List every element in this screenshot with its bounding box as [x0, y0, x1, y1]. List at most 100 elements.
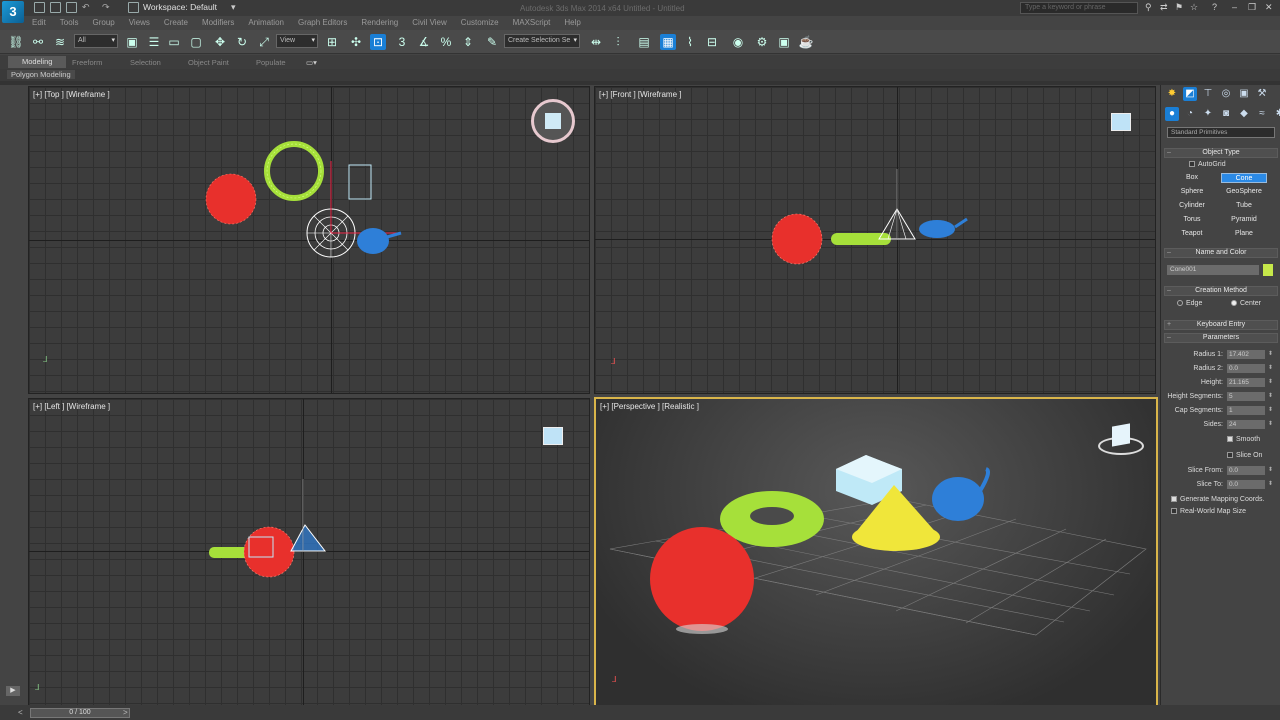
- align-icon[interactable]: ⫶: [610, 34, 626, 50]
- tab-selection[interactable]: Selection: [130, 58, 161, 67]
- viewport-front[interactable]: [+] [Front ] [Wireframe ] ⅃: [594, 86, 1156, 394]
- reference-coord-dropdown[interactable]: View: [276, 34, 318, 48]
- utilities-tab-icon[interactable]: ⚒: [1255, 87, 1269, 101]
- subscription-icon[interactable]: ⚑: [1175, 2, 1183, 13]
- select-manipulate-icon[interactable]: ✣: [348, 34, 364, 50]
- tab-polygon-modeling[interactable]: Polygon Modeling: [7, 70, 75, 79]
- teapot-button[interactable]: Teapot: [1169, 229, 1215, 239]
- menu-item-civil-view[interactable]: Civil View: [412, 18, 447, 27]
- project-folder-icon[interactable]: [128, 2, 139, 13]
- curve-editor-icon[interactable]: ⌇: [682, 34, 698, 50]
- rollout-object-type[interactable]: – Object Type: [1164, 148, 1278, 158]
- systems-icon[interactable]: ✱: [1273, 107, 1280, 121]
- create-tab-icon[interactable]: ✸: [1165, 87, 1179, 101]
- pivot-center-icon[interactable]: ⊞: [324, 34, 340, 50]
- menu-item-modifiers[interactable]: Modifiers: [202, 18, 234, 27]
- menu-item-help[interactable]: Help: [564, 18, 580, 27]
- keyboard-shortcut-override-icon[interactable]: ⊡: [370, 34, 386, 50]
- rollout-creation-method[interactable]: – Creation Method: [1164, 286, 1278, 296]
- layer-manager-icon[interactable]: ▤: [636, 34, 652, 50]
- lights-icon[interactable]: ✦: [1201, 107, 1215, 121]
- material-editor-icon[interactable]: ◉: [730, 34, 746, 50]
- workspace-chevron-icon[interactable]: ▾: [231, 2, 236, 13]
- object-name-input[interactable]: Cone001: [1167, 265, 1259, 275]
- viewcube-left[interactable]: [543, 427, 563, 445]
- cylinder-button[interactable]: Cylinder: [1169, 201, 1215, 211]
- radius1-field[interactable]: Radius 1: 17.402 ⬍: [1167, 350, 1275, 361]
- select-by-name-icon[interactable]: ☰: [146, 34, 162, 50]
- render-teapot-icon[interactable]: ☕: [798, 34, 814, 50]
- save-file-icon[interactable]: [66, 2, 77, 13]
- schematic-view-icon[interactable]: ⊟: [704, 34, 720, 50]
- cameras-icon[interactable]: ◙: [1219, 107, 1233, 121]
- viewcube-front[interactable]: [1111, 113, 1131, 131]
- autogrid-checkbox[interactable]: AutoGrid: [1189, 161, 1226, 168]
- undo-icon[interactable]: ↶: [82, 2, 93, 13]
- graphite-toggle-icon[interactable]: ▦: [660, 34, 676, 50]
- viewcube-top[interactable]: [531, 99, 575, 143]
- exchange-icon[interactable]: ⇄: [1160, 2, 1168, 13]
- plane-button[interactable]: Plane: [1221, 229, 1267, 239]
- new-scene-icon[interactable]: [34, 2, 45, 13]
- unlink-icon[interactable]: ⚯: [30, 34, 46, 50]
- close-button[interactable]: ✕: [1265, 2, 1273, 13]
- tab-object-paint[interactable]: Object Paint: [188, 58, 229, 67]
- ribbon-options-icon[interactable]: ▭▾: [306, 58, 317, 67]
- maxscript-listener-icon[interactable]: ▶: [6, 686, 20, 696]
- hierarchy-tab-icon[interactable]: ⊤: [1201, 87, 1215, 101]
- motion-tab-icon[interactable]: ◎: [1219, 87, 1233, 101]
- category-dropdown[interactable]: Standard Primitives: [1167, 127, 1275, 138]
- link-icon[interactable]: ⛓: [8, 34, 24, 50]
- menu-item-maxscript[interactable]: MAXScript: [513, 18, 551, 27]
- menu-item-views[interactable]: Views: [129, 18, 150, 27]
- cap-segments-field[interactable]: Cap Segments: 1 ⬍: [1167, 406, 1275, 417]
- viewcube-perspective[interactable]: [1098, 423, 1144, 455]
- tab-populate[interactable]: Populate: [256, 58, 286, 67]
- tube-button[interactable]: Tube: [1221, 201, 1267, 211]
- help-icon[interactable]: ?: [1212, 2, 1217, 12]
- bind-space-warp-icon[interactable]: ≋: [52, 34, 68, 50]
- rollout-keyboard-entry[interactable]: + Keyboard Entry: [1164, 320, 1278, 330]
- rect-selection-icon[interactable]: ▭: [166, 34, 182, 50]
- rollout-name-and-color[interactable]: – Name and Color: [1164, 248, 1278, 258]
- percent-snap-icon[interactable]: %: [438, 34, 454, 50]
- menu-item-tools[interactable]: Tools: [60, 18, 79, 27]
- snaps-toggle-icon[interactable]: 3: [394, 34, 410, 50]
- viewport-perspective[interactable]: [+] [Perspective ] [Realistic ] ⅃: [594, 397, 1158, 707]
- viewport-top[interactable]: [+] [Top ] [Wireframe ] ⅃: [28, 86, 590, 394]
- workspace-dropdown[interactable]: Workspace: Default: [143, 2, 217, 12]
- render-setup-icon[interactable]: ⚙: [754, 34, 770, 50]
- favorites-icon[interactable]: ☆: [1190, 2, 1198, 13]
- modify-tab-icon[interactable]: ◩: [1183, 87, 1197, 101]
- object-color-swatch[interactable]: [1263, 264, 1273, 276]
- time-slider[interactable]: 0 / 100: [30, 708, 130, 718]
- menu-item-graph-editors[interactable]: Graph Editors: [298, 18, 347, 27]
- mirror-icon[interactable]: ⇹: [588, 34, 604, 50]
- menu-item-animation[interactable]: Animation: [248, 18, 284, 27]
- search-input[interactable]: Type a keyword or phrase: [1020, 2, 1138, 14]
- real-world-map-checkbox[interactable]: Real-World Map Size: [1171, 508, 1246, 515]
- next-frame-icon[interactable]: >: [123, 708, 128, 717]
- select-object-icon[interactable]: ▣: [124, 34, 140, 50]
- tab-freeform[interactable]: Freeform: [72, 58, 102, 67]
- sides-field[interactable]: Sides: 24 ⬍: [1167, 420, 1275, 431]
- display-tab-icon[interactable]: ▣: [1237, 87, 1251, 101]
- box-button[interactable]: Box: [1169, 173, 1215, 183]
- slice-on-checkbox[interactable]: Slice On: [1227, 452, 1262, 459]
- prev-frame-icon[interactable]: <: [18, 708, 23, 717]
- shapes-icon[interactable]: ◔: [1183, 107, 1197, 121]
- scale-icon[interactable]: ⤢: [256, 34, 272, 50]
- cone-button[interactable]: Cone: [1221, 173, 1267, 183]
- menu-item-create[interactable]: Create: [164, 18, 188, 27]
- helpers-icon[interactable]: ◆: [1237, 107, 1251, 121]
- angle-snap-icon[interactable]: ∡: [416, 34, 432, 50]
- space-warps-icon[interactable]: ≈: [1255, 107, 1269, 121]
- geosphere-button[interactable]: GeoSphere: [1221, 187, 1267, 197]
- menu-item-edit[interactable]: Edit: [32, 18, 46, 27]
- slice-to-field[interactable]: Slice To: 0.0 ⬍: [1167, 480, 1275, 491]
- height-field[interactable]: Height: 21.165 ⬍: [1167, 378, 1275, 389]
- named-selection-dropdown[interactable]: Create Selection Se: [504, 34, 580, 48]
- smooth-checkbox[interactable]: Smooth: [1227, 436, 1260, 443]
- edit-named-selection-icon[interactable]: ✎: [484, 34, 500, 50]
- redo-icon[interactable]: ↷: [102, 2, 113, 13]
